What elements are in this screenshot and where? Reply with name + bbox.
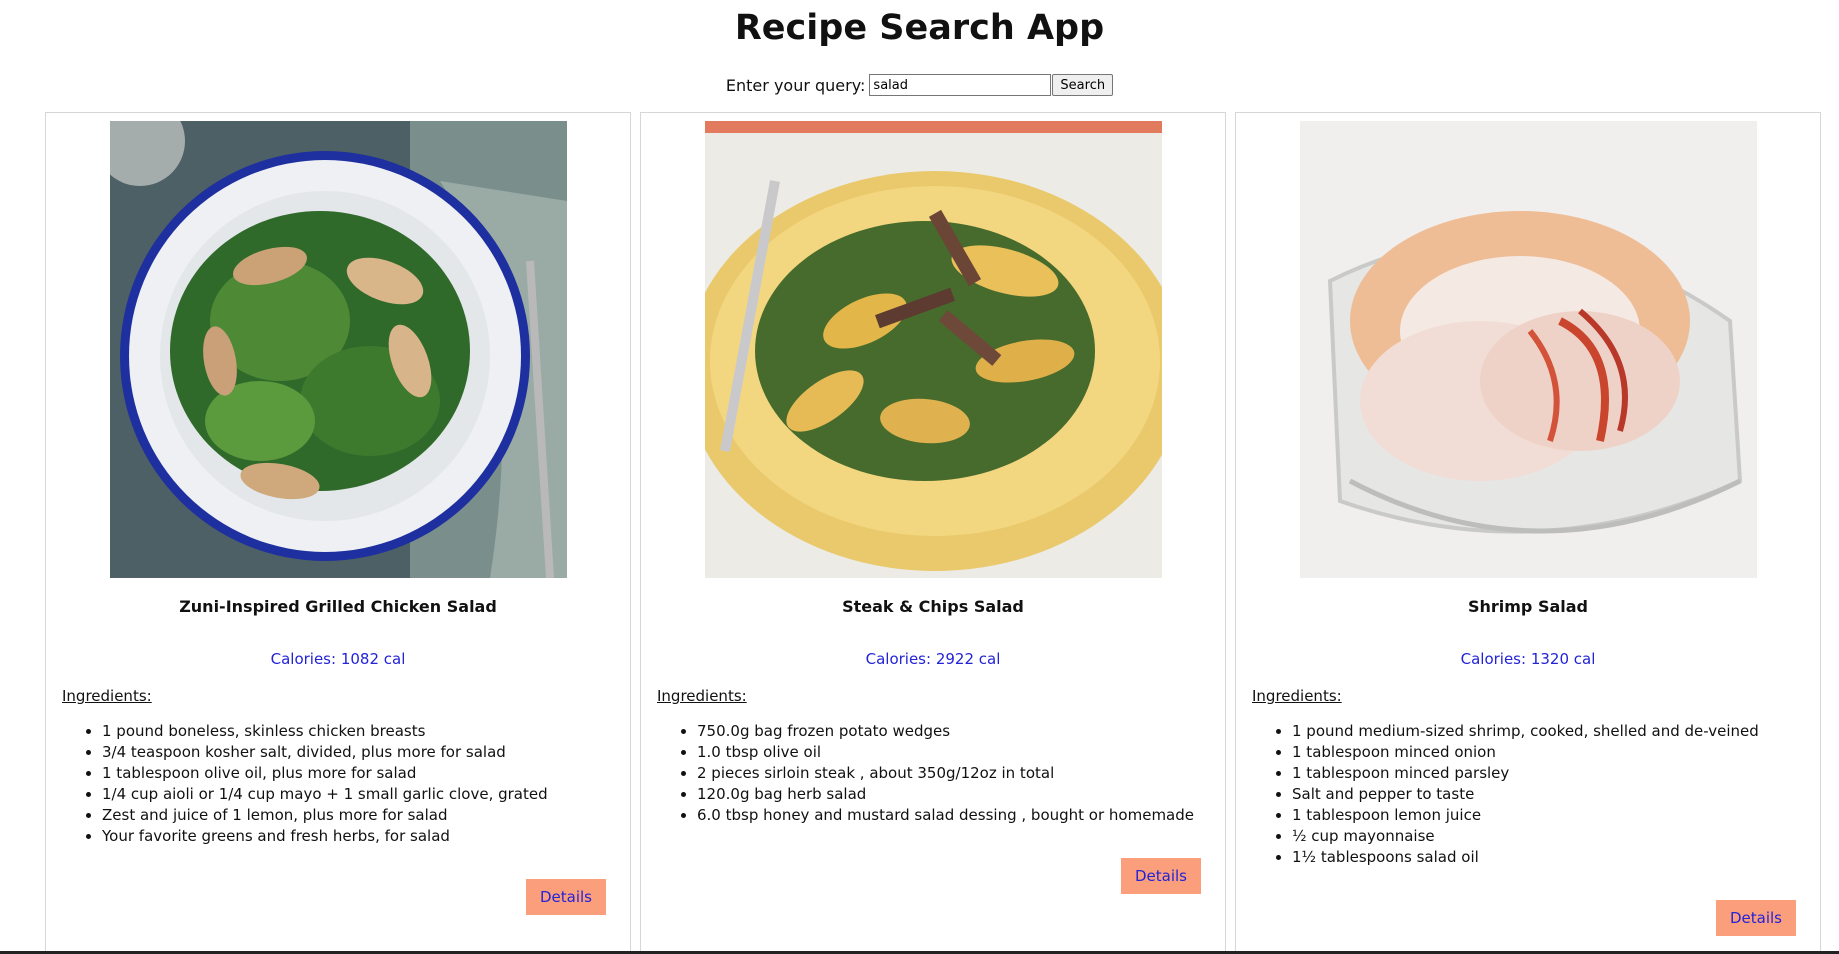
ingredient-item: 1/4 cup aioli or 1/4 cup mayo + 1 small … — [102, 784, 630, 805]
ingredient-item: 1½ tablespoons salad oil — [1292, 847, 1820, 868]
recipe-card: Shrimp Salad Calories: 1320 cal Ingredie… — [1235, 112, 1821, 954]
recipe-title: Zuni-Inspired Grilled Chicken Salad — [179, 597, 497, 616]
recipe-image-chicken-salad — [109, 121, 567, 578]
ingredient-item: Your favorite greens and fresh herbs, fo… — [102, 826, 630, 847]
recipe-card: Steak & Chips Salad Calories: 2922 cal I… — [640, 112, 1226, 954]
ingredient-item: 6.0 tbsp honey and mustard salad dessing… — [697, 805, 1225, 826]
details-button[interactable]: Details — [1121, 858, 1201, 894]
ingredients-list: 1 pound boneless, skinless chicken breas… — [46, 721, 630, 847]
ingredient-item: 1 tablespoon lemon juice — [1292, 805, 1820, 826]
recipe-calories: Calories: 1082 cal — [270, 650, 406, 668]
ingredient-item: 1.0 tbsp olive oil — [697, 742, 1225, 763]
ingredient-item: 1 tablespoon minced onion — [1292, 742, 1820, 763]
search-form: Enter your query: Search — [0, 72, 1839, 98]
recipe-title: Shrimp Salad — [1467, 597, 1589, 616]
recipe-title: Steak & Chips Salad — [842, 597, 1024, 616]
ingredients-heading: Ingredients: — [1252, 687, 1342, 705]
search-input[interactable] — [869, 74, 1052, 96]
ingredient-item: 2 pieces sirloin steak , about 350g/12oz… — [697, 763, 1225, 784]
recipe-calories: Calories: 1320 cal — [1460, 650, 1596, 668]
ingredient-item: Zest and juice of 1 lemon, plus more for… — [102, 805, 630, 826]
ingredients-list: 1 pound medium-sized shrimp, cooked, she… — [1236, 721, 1820, 868]
ingredients-list: 750.0g bag frozen potato wedges 1.0 tbsp… — [641, 721, 1225, 826]
ingredients-heading: Ingredients: — [62, 687, 152, 705]
ingredient-item: 1 tablespoon olive oil, plus more for sa… — [102, 763, 630, 784]
recipe-calories: Calories: 2922 cal — [865, 650, 1001, 668]
details-button[interactable]: Details — [526, 879, 606, 915]
search-label: Enter your query: — [725, 75, 866, 95]
ingredients-heading: Ingredients: — [657, 687, 747, 705]
recipe-card-list: Zuni-Inspired Grilled Chicken Salad Calo… — [45, 112, 1821, 954]
ingredient-item: ½ cup mayonnaise — [1292, 826, 1820, 847]
recipe-image-shrimp-salad — [1299, 121, 1757, 578]
recipe-card: Zuni-Inspired Grilled Chicken Salad Calo… — [45, 112, 631, 954]
details-button[interactable]: Details — [1716, 900, 1796, 936]
ingredient-item: Salt and pepper to taste — [1292, 784, 1820, 805]
ingredient-item: 3/4 teaspoon kosher salt, divided, plus … — [102, 742, 630, 763]
ingredient-item: 1 pound boneless, skinless chicken breas… — [102, 721, 630, 742]
ingredient-item: 120.0g bag herb salad — [697, 784, 1225, 805]
ingredient-item: 1 tablespoon minced parsley — [1292, 763, 1820, 784]
ingredient-item: 1 pound medium-sized shrimp, cooked, she… — [1292, 721, 1820, 742]
search-button[interactable]: Search — [1052, 74, 1114, 96]
recipe-image-steak-chips-salad — [704, 121, 1162, 578]
recipe-search-app: Recipe Search App Enter your query: Sear… — [0, 0, 1839, 954]
app-title: Recipe Search App — [734, 8, 1105, 48]
ingredient-item: 750.0g bag frozen potato wedges — [697, 721, 1225, 742]
